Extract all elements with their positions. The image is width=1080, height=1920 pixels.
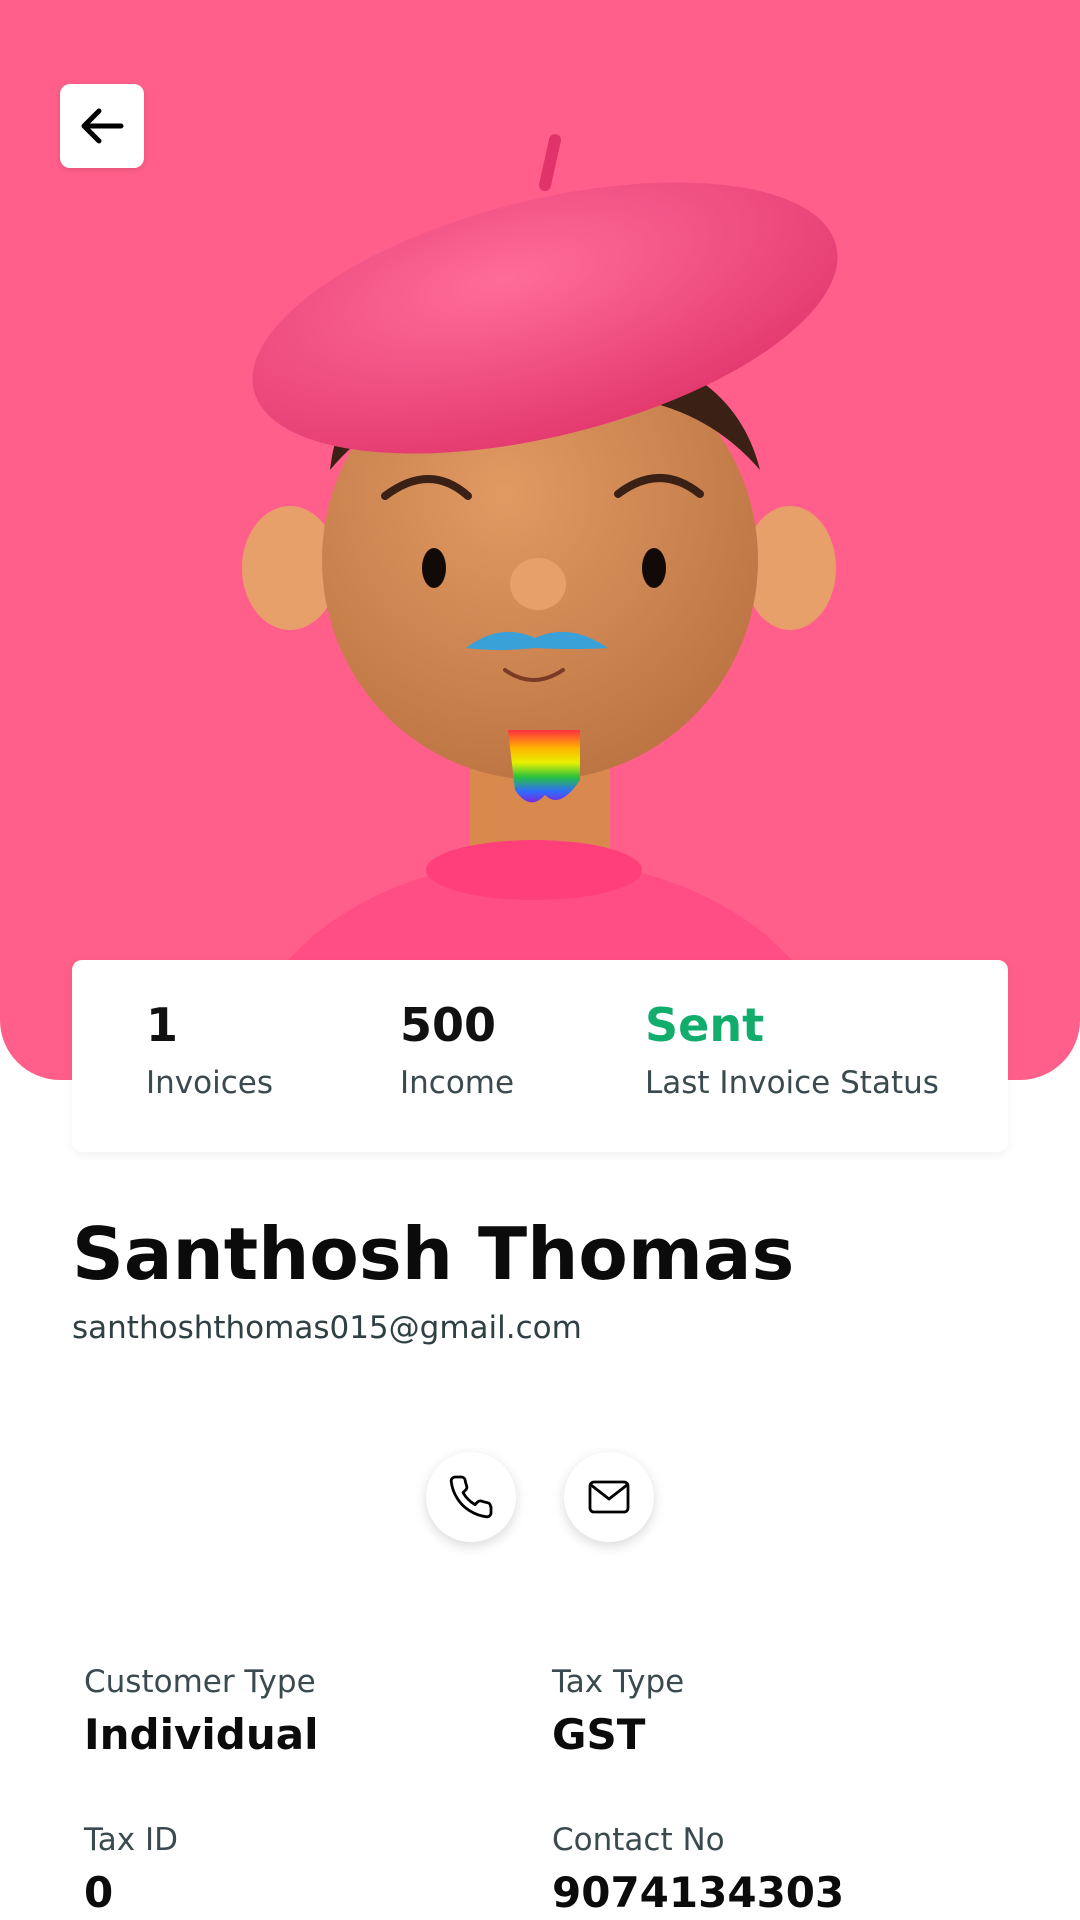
customer-type-field: Customer Type Individual bbox=[84, 1664, 318, 1759]
status-label: Last Invoice Status bbox=[645, 1064, 939, 1101]
profile-header bbox=[0, 0, 1080, 1080]
contact-no-field: Contact No 9074134303 bbox=[552, 1822, 844, 1917]
tax-id-field: Tax ID 0 bbox=[84, 1822, 178, 1917]
stats-card: 1 Invoices 500 Income Sent Last Invoice … bbox=[72, 960, 1008, 1152]
back-button[interactable] bbox=[60, 84, 144, 168]
stat-income: 500 Income bbox=[400, 1000, 514, 1101]
mail-icon bbox=[588, 1480, 630, 1514]
call-button[interactable] bbox=[426, 1452, 516, 1542]
stat-last-invoice-status: Sent Last Invoice Status bbox=[645, 1000, 939, 1101]
invoices-count: 1 bbox=[146, 998, 179, 1052]
tax-id-label: Tax ID bbox=[84, 1822, 179, 1858]
tax-type-field: Tax Type GST bbox=[552, 1664, 684, 1759]
income-value: 500 bbox=[400, 998, 497, 1052]
avatar bbox=[242, 134, 838, 960]
arrow-left-icon bbox=[81, 108, 124, 144]
stat-invoices: 1 Invoices bbox=[146, 1000, 273, 1101]
status-badge: Sent bbox=[645, 998, 765, 1052]
email-button[interactable] bbox=[564, 1452, 654, 1542]
customer-type-value: Individual bbox=[84, 1710, 319, 1759]
tax-type-label: Tax Type bbox=[552, 1664, 685, 1700]
customer-type-label: Customer Type bbox=[84, 1664, 316, 1700]
page-title: Santhosh Thomas bbox=[72, 1212, 795, 1296]
tax-type-value: GST bbox=[552, 1710, 646, 1759]
phone-icon bbox=[449, 1475, 493, 1519]
income-label: Income bbox=[400, 1064, 515, 1101]
contact-no-value[interactable]: 9074134303 bbox=[552, 1868, 844, 1917]
contact-no-label: Contact No bbox=[552, 1822, 725, 1858]
tax-id-value: 0 bbox=[84, 1868, 114, 1917]
email-text: santhoshthomas015@gmail.com bbox=[72, 1310, 582, 1346]
invoices-label: Invoices bbox=[146, 1064, 273, 1101]
